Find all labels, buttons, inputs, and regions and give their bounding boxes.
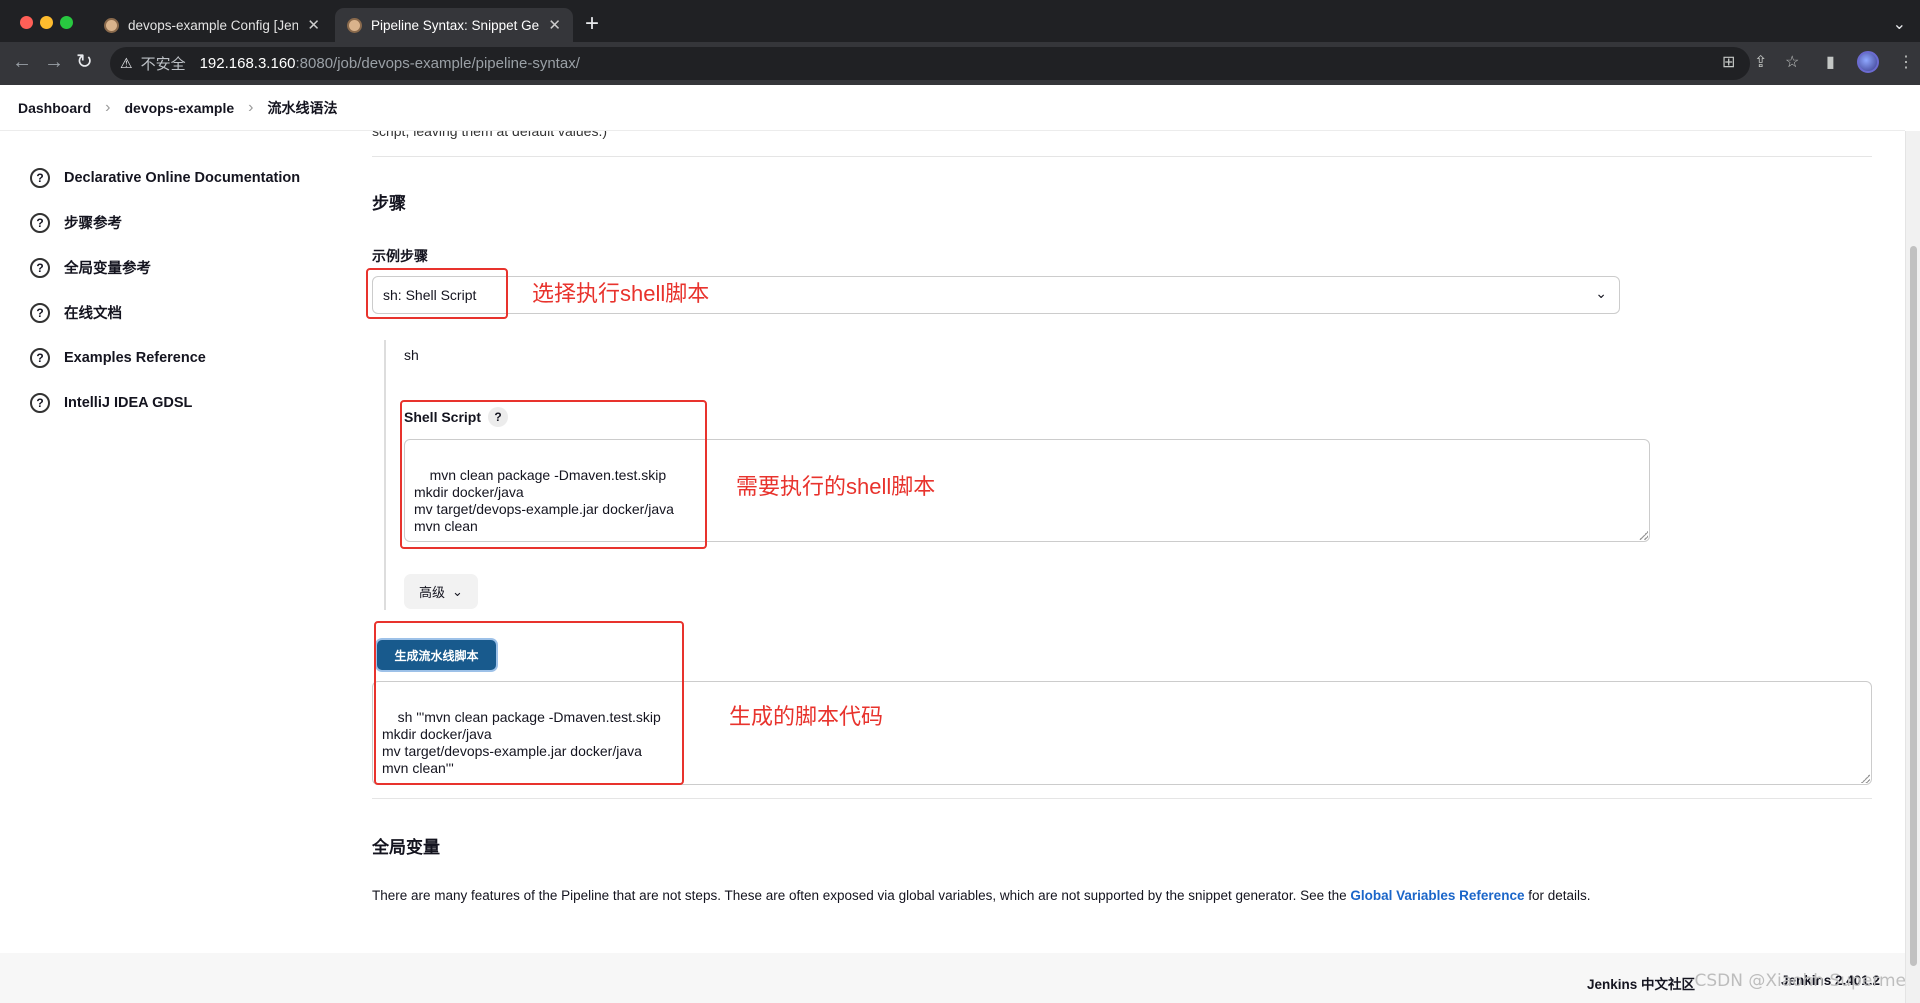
breadcrumb-dashboard[interactable]: Dashboard	[18, 100, 91, 116]
help-circle-icon: ?	[30, 347, 50, 368]
watermark: CSDN @Xiaohh Superme	[1694, 971, 1906, 991]
global-vars-text-end: for details.	[1524, 888, 1591, 903]
breadcrumb-separator-icon: ›	[105, 98, 111, 116]
jenkins-favicon-icon	[104, 17, 119, 33]
step-name: sh	[404, 347, 419, 363]
main-content: script, leaving them at default values.)…	[366, 0, 1872, 1003]
help-circle-icon: ?	[30, 167, 50, 188]
breadcrumb-separator-icon: ›	[248, 98, 254, 116]
help-circle-icon: ?	[30, 302, 50, 323]
global-vars-text: There are many features of the Pipeline …	[372, 888, 1351, 903]
scrollbar[interactable]	[1905, 131, 1920, 1003]
sidebar-item-label: 在线文档	[64, 306, 122, 322]
step-config-border	[384, 340, 386, 610]
sidebar-item-examples-reference[interactable]: ? Examples Reference	[30, 335, 330, 380]
not-secure-icon[interactable]: ⚠	[120, 55, 133, 72]
close-tab-icon[interactable]: ✕	[307, 16, 320, 34]
sidebar-item-intellij-gdsl[interactable]: ? IntelliJ IDEA GDSL	[30, 380, 330, 425]
breadcrumb-devops-example[interactable]: devops-example	[124, 100, 234, 116]
url-host: 192.168.3.160	[199, 55, 296, 72]
jenkins-favicon-icon	[347, 17, 362, 33]
close-window-button[interactable]	[20, 16, 33, 29]
sidebar-item-online-docs[interactable]: ? 在线文档	[30, 290, 330, 335]
steps-heading: 步骤	[372, 194, 406, 213]
advanced-button[interactable]: 高级 ⌄	[404, 574, 478, 609]
sidebar-item-label: Declarative Online Documentation	[64, 169, 301, 186]
tab-devops-config[interactable]: devops-example Config [Jenkins] ✕	[92, 8, 332, 42]
divider	[372, 156, 1872, 157]
sidebar-item-declarative-docs[interactable]: ? Declarative Online Documentation	[30, 155, 330, 200]
chevron-down-icon: ⌄	[452, 583, 463, 599]
sidebar: ? Declarative Online Documentation ? 步骤参…	[30, 155, 330, 425]
annotation-select-note: 选择执行shell脚本	[532, 281, 710, 306]
breadcrumb: Dashboard › devops-example › 流水线语法	[0, 85, 1905, 131]
annotation-script-note: 需要执行的shell脚本	[736, 474, 936, 499]
sidebar-item-label: Examples Reference	[64, 349, 206, 366]
help-circle-icon: ?	[30, 392, 50, 413]
sidebar-item-global-vars-reference[interactable]: ? 全局变量参考	[30, 245, 330, 290]
forward-icon[interactable]: →	[44, 50, 64, 74]
annotation-generated-note: 生成的脚本代码	[729, 704, 884, 729]
sidebar-item-label: IntelliJ IDEA GDSL	[64, 394, 193, 411]
not-secure-label: 不安全	[140, 56, 186, 73]
annotation-box-script	[400, 400, 707, 549]
maximize-window-button[interactable]	[60, 16, 73, 29]
advanced-label: 高级	[419, 585, 446, 600]
reload-icon[interactable]: ↻	[76, 50, 93, 74]
help-circle-icon: ?	[30, 257, 50, 278]
back-icon[interactable]: ←	[12, 50, 32, 74]
annotation-box-select	[366, 268, 508, 319]
divider	[372, 798, 1872, 799]
breadcrumb-pipeline-syntax[interactable]: 流水线语法	[268, 98, 338, 118]
sidebar-item-steps-reference[interactable]: ? 步骤参考	[30, 200, 330, 245]
tab-search-icon[interactable]: ⌄	[1893, 14, 1906, 34]
sample-step-label: 示例步骤	[372, 248, 428, 264]
footer-community-link[interactable]: Jenkins 中文社区	[1587, 973, 1695, 993]
chevron-down-icon: ⌄	[1595, 285, 1607, 301]
resize-handle-icon[interactable]	[1639, 531, 1648, 540]
tab-title: devops-example Config [Jenkins]	[128, 17, 299, 33]
browser-menu-icon[interactable]: ⋮	[1898, 52, 1914, 72]
resize-handle-icon[interactable]	[1861, 774, 1870, 783]
global-vars-description: There are many features of the Pipeline …	[372, 888, 1591, 903]
annotation-box-generated	[374, 621, 684, 785]
footer: Jenkins 中文社区 Jenkins 2.401.2	[0, 953, 1905, 1003]
help-circle-icon: ?	[30, 212, 50, 233]
global-vars-reference-link[interactable]: Global Variables Reference	[1350, 888, 1524, 903]
minimize-window-button[interactable]	[40, 16, 53, 29]
scrollbar-thumb[interactable]	[1910, 246, 1917, 966]
sidebar-item-label: 全局变量参考	[64, 261, 151, 277]
global-vars-heading: 全局变量	[372, 838, 440, 857]
sidebar-item-label: 步骤参考	[64, 216, 122, 232]
